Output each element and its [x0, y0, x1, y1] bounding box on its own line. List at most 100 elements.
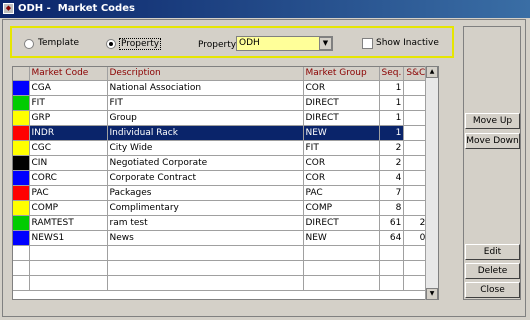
empty-cell[interactable]	[107, 245, 304, 261]
seq-cell[interactable]: 1	[379, 95, 405, 111]
empty-cell[interactable]	[303, 260, 380, 276]
seq-cell[interactable]: 1	[379, 125, 405, 141]
market-group-cell[interactable]: FIT	[303, 140, 380, 156]
description-cell[interactable]: Complimentary	[107, 200, 304, 216]
empty-cell[interactable]	[29, 260, 108, 276]
description-cell[interactable]: Packages	[107, 185, 304, 201]
empty-cell[interactable]	[379, 275, 405, 291]
property-dropdown-button[interactable]: ▼	[319, 37, 332, 50]
seq-cell[interactable]: 64	[379, 230, 405, 246]
market-group-column-header[interactable]: Market Group	[303, 67, 380, 81]
market-group-cell[interactable]: COMP	[303, 200, 380, 216]
row-color-swatch[interactable]	[13, 140, 30, 156]
market-code-cell[interactable]: PAC	[29, 185, 108, 201]
market-code-cell[interactable]: GRP	[29, 110, 108, 126]
market-code-cell[interactable]: CORC	[29, 170, 108, 186]
market-code-cell[interactable]: INDR	[29, 125, 108, 141]
table-row[interactable]: RAMTEST ram test DIRECT 61 2	[13, 215, 429, 231]
empty-cell[interactable]	[13, 275, 30, 291]
empty-cell[interactable]	[29, 245, 108, 261]
description-cell[interactable]: ram test	[107, 215, 304, 231]
seq-cell[interactable]: 2	[379, 155, 405, 171]
table-row[interactable]: CORC Corporate Contract COR 4	[13, 170, 429, 186]
empty-table-row[interactable]	[13, 245, 429, 261]
empty-cell[interactable]	[379, 245, 405, 261]
empty-table-row[interactable]	[13, 275, 429, 291]
market-code-cell[interactable]: RAMTEST	[29, 215, 108, 231]
row-color-swatch[interactable]	[13, 200, 30, 216]
table-row[interactable]: GRP Group DIRECT 1	[13, 110, 429, 126]
market-group-cell[interactable]: COR	[303, 155, 380, 171]
market-group-cell[interactable]: COR	[303, 80, 380, 96]
row-color-swatch[interactable]	[13, 110, 30, 126]
table-scrollbar[interactable]: ▲ ▼	[425, 66, 438, 300]
description-column-header[interactable]: Description	[107, 67, 304, 81]
row-color-swatch[interactable]	[13, 155, 30, 171]
table-row[interactable]: NEWS1 News NEW 64 0	[13, 230, 429, 246]
empty-cell[interactable]	[107, 260, 304, 276]
template-radio-label[interactable]: Template	[38, 38, 79, 48]
market-code-cell[interactable]: CGC	[29, 140, 108, 156]
market-code-cell[interactable]: CGA	[29, 80, 108, 96]
market-group-cell[interactable]: PAC	[303, 185, 380, 201]
seq-cell[interactable]: 61	[379, 215, 405, 231]
market-group-cell[interactable]: DIRECT	[303, 215, 380, 231]
scroll-down-arrow-icon[interactable]: ▼	[426, 288, 438, 300]
row-color-swatch[interactable]	[13, 185, 30, 201]
move-down-button[interactable]: Move Down	[465, 133, 520, 149]
market-group-cell[interactable]: NEW	[303, 125, 380, 141]
seq-cell[interactable]: 1	[379, 110, 405, 126]
show-inactive-checkbox[interactable]	[362, 38, 373, 49]
table-row[interactable]: COMP Complimentary COMP 8	[13, 200, 429, 216]
description-cell[interactable]: City Wide	[107, 140, 304, 156]
template-radio[interactable]	[24, 39, 34, 49]
empty-cell[interactable]	[107, 275, 304, 291]
description-cell[interactable]: Group	[107, 110, 304, 126]
seq-cell[interactable]: 8	[379, 200, 405, 216]
description-cell[interactable]: News	[107, 230, 304, 246]
seq-cell[interactable]: 2	[379, 140, 405, 156]
close-button[interactable]: Close	[465, 282, 520, 298]
scroll-up-arrow-icon[interactable]: ▲	[426, 66, 438, 78]
market-codes-table[interactable]: Market Code Description Market Group Seq…	[12, 66, 439, 300]
market-group-cell[interactable]: COR	[303, 170, 380, 186]
seq-cell[interactable]: 4	[379, 170, 405, 186]
market-group-cell[interactable]: DIRECT	[303, 110, 380, 126]
table-row[interactable]: CGA National Association COR 1	[13, 80, 429, 96]
market-code-cell[interactable]: COMP	[29, 200, 108, 216]
row-color-swatch[interactable]	[13, 80, 30, 96]
empty-cell[interactable]	[13, 260, 30, 276]
row-color-swatch[interactable]	[13, 230, 30, 246]
table-row[interactable]: INDR Individual Rack NEW 1	[13, 125, 429, 141]
market-group-cell[interactable]: NEW	[303, 230, 380, 246]
table-row[interactable]: PAC Packages PAC 7	[13, 185, 429, 201]
empty-cell[interactable]	[379, 260, 405, 276]
row-color-swatch[interactable]	[13, 170, 30, 186]
empty-cell[interactable]	[303, 245, 380, 261]
show-inactive-label[interactable]: Show Inactive	[376, 38, 439, 48]
empty-table-row[interactable]	[13, 260, 429, 276]
seq-column-header[interactable]: Seq.	[379, 67, 405, 81]
market-code-cell[interactable]: FIT	[29, 95, 108, 111]
edit-button[interactable]: Edit	[465, 244, 520, 260]
row-color-swatch[interactable]	[13, 215, 30, 231]
market-code-cell[interactable]: CIN	[29, 155, 108, 171]
empty-cell[interactable]	[303, 275, 380, 291]
table-row[interactable]: CGC City Wide FIT 2	[13, 140, 429, 156]
move-up-button[interactable]: Move Up	[465, 113, 520, 129]
market-code-column-header[interactable]: Market Code	[29, 67, 108, 81]
description-cell[interactable]: FIT	[107, 95, 304, 111]
description-cell[interactable]: Individual Rack	[107, 125, 304, 141]
row-color-swatch[interactable]	[13, 95, 30, 111]
market-group-cell[interactable]: DIRECT	[303, 95, 380, 111]
table-row[interactable]: FIT FIT DIRECT 1	[13, 95, 429, 111]
description-cell[interactable]: National Association	[107, 80, 304, 96]
description-cell[interactable]: Corporate Contract	[107, 170, 304, 186]
description-cell[interactable]: Negotiated Corporate	[107, 155, 304, 171]
app-icon[interactable]: ◆	[3, 3, 14, 14]
property-radio-label[interactable]: Property	[119, 38, 162, 50]
empty-cell[interactable]	[29, 275, 108, 291]
delete-button[interactable]: Delete	[465, 263, 520, 279]
seq-cell[interactable]: 1	[379, 80, 405, 96]
table-row[interactable]: CIN Negotiated Corporate COR 2	[13, 155, 429, 171]
